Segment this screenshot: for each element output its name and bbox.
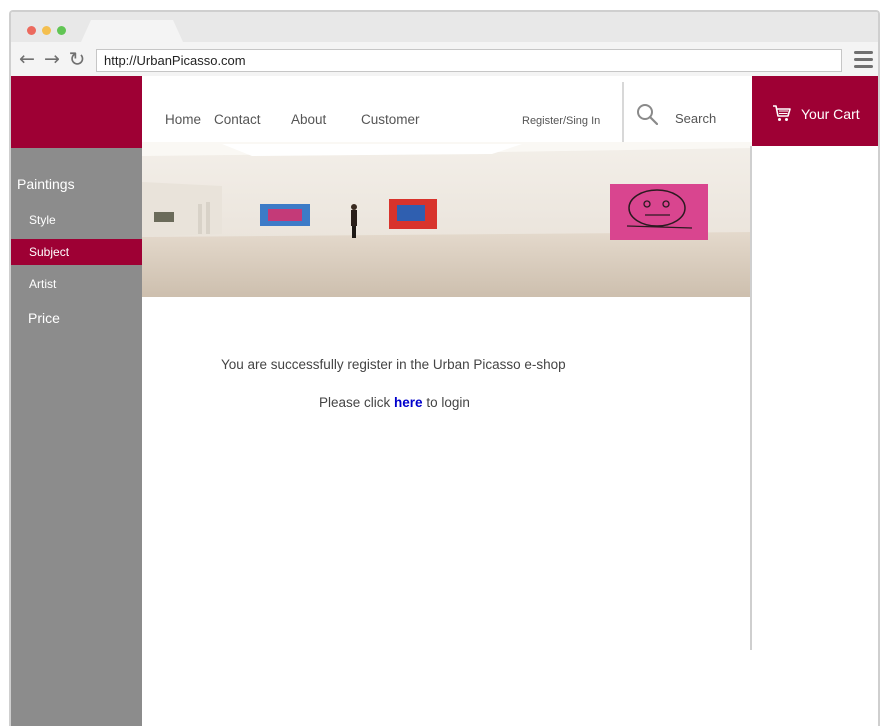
cart-button[interactable]: Your Cart — [752, 76, 878, 146]
hamburger-menu-icon[interactable] — [854, 51, 873, 69]
content-right-border — [750, 146, 752, 650]
minimize-window-button[interactable] — [42, 26, 51, 35]
sidebar-item-subject[interactable]: Subject — [11, 239, 142, 265]
register-signin-link[interactable]: Register/Sing In — [522, 115, 600, 127]
browser-window: ← → ↻ http://UrbanPicasso.com Paintings … — [9, 10, 880, 726]
shopping-cart-icon — [773, 105, 791, 121]
address-bar[interactable]: http://UrbanPicasso.com — [96, 49, 842, 72]
close-window-button[interactable] — [27, 26, 36, 35]
sidebar-item-style[interactable]: Style — [11, 213, 142, 227]
login-suffix: to login — [422, 395, 470, 410]
cart-label: Your Cart — [801, 106, 860, 122]
top-navigation: Home Contact About Customer Register/Sin… — [142, 76, 752, 142]
logo-block[interactable] — [11, 76, 142, 148]
gallery-hero-image — [142, 142, 752, 297]
search-input[interactable]: Search — [675, 111, 716, 126]
web-page: Paintings Style Subject Artist Price Hom… — [11, 76, 878, 726]
login-prefix: Please click — [319, 395, 395, 410]
nav-home-link[interactable]: Home — [165, 112, 201, 127]
sidebar-item-artist[interactable]: Artist — [11, 277, 142, 291]
browser-toolbar: ← → ↻ http://UrbanPicasso.com — [11, 42, 878, 76]
success-message: You are successfully register in the Urb… — [221, 357, 566, 372]
sidebar-title-paintings[interactable]: Paintings — [11, 176, 142, 192]
nav-contact-link[interactable]: Contact — [214, 112, 261, 127]
nav-divider — [622, 82, 624, 142]
back-arrow-icon[interactable]: ← — [17, 49, 37, 69]
tab-bar — [11, 12, 878, 42]
nav-customer-link[interactable]: Customer — [361, 112, 420, 127]
nav-about-link[interactable]: About — [291, 112, 326, 127]
forward-arrow-icon[interactable]: → — [42, 49, 62, 69]
main-content: You are successfully register in the Urb… — [142, 297, 750, 650]
login-here-link[interactable]: here — [394, 395, 423, 410]
login-instruction: Please click here to login — [319, 395, 470, 410]
search-icon[interactable] — [636, 103, 658, 125]
sidebar-item-price[interactable]: Price — [11, 310, 142, 326]
browser-tab[interactable] — [81, 20, 183, 42]
maximize-window-button[interactable] — [57, 26, 66, 35]
sidebar: Paintings Style Subject Artist Price — [11, 148, 142, 726]
reload-icon[interactable]: ↻ — [67, 49, 87, 69]
